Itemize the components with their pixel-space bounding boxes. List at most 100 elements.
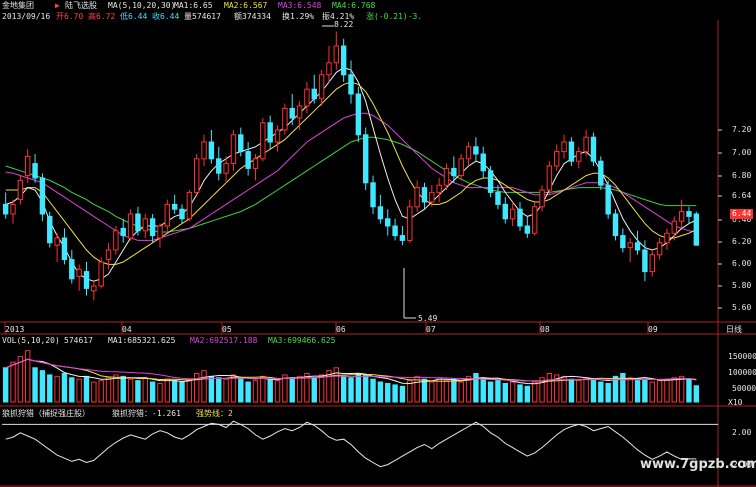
volume-bar (54, 375, 60, 403)
candle-body (91, 285, 97, 292)
candle-body (208, 141, 215, 160)
volume-bar (656, 380, 663, 403)
price-tick: 7.20 (732, 125, 752, 134)
candle-body (69, 259, 75, 280)
volume-bar (671, 377, 677, 403)
candle-body (61, 237, 68, 261)
volume-bar (664, 378, 670, 403)
volume-bar (370, 378, 376, 403)
volume-bar (267, 378, 273, 403)
volume-bar (230, 374, 237, 403)
vol-title: VOL(5,10,20) (2, 336, 60, 345)
price-tick: 6.64 (732, 191, 752, 200)
candle-body (634, 242, 641, 251)
volume-bar (583, 377, 589, 403)
candle-body (17, 179, 24, 201)
volume-bar (355, 373, 362, 403)
candle-body (642, 249, 648, 273)
candle-body (546, 165, 553, 191)
candle-body (113, 230, 119, 251)
candle-body (524, 225, 531, 234)
candle-body (230, 134, 237, 165)
period-label[interactable]: 日线 (726, 325, 742, 335)
volume-bar (502, 382, 508, 403)
volume-bar (509, 381, 516, 403)
candle-body (465, 146, 472, 160)
candle-body (590, 136, 597, 162)
candle-body (539, 189, 545, 208)
candle-body (458, 158, 464, 177)
volume-bar (274, 380, 281, 403)
candle-body (10, 203, 16, 215)
volume-bar (443, 380, 450, 403)
volume-bar (69, 377, 75, 403)
volume-bar (318, 374, 325, 403)
candle-body (598, 160, 604, 186)
candle-body (186, 191, 193, 220)
candle-body (311, 88, 317, 100)
volume-bar (377, 381, 384, 403)
candle-body (142, 218, 148, 232)
candle-body (531, 206, 538, 234)
candle-body (326, 62, 332, 76)
candle-body (260, 122, 266, 160)
indicator-trend: 强势线：2 (196, 409, 233, 418)
volume-bar (385, 382, 391, 403)
volume-bar (546, 373, 553, 403)
volume-bar (524, 385, 531, 403)
candle-body (282, 107, 288, 131)
candle-body (407, 206, 413, 241)
candle-body (149, 218, 156, 237)
volume-bar (105, 377, 112, 403)
candle-body (495, 191, 501, 205)
candle-body (304, 88, 310, 107)
date-tick: 08 (540, 325, 550, 334)
price-tick: 6.00 (732, 259, 752, 268)
volume-bar (171, 380, 178, 403)
volume-bar (238, 377, 244, 403)
volume-bar (76, 378, 82, 403)
vol-axis-label: 100000 (728, 368, 756, 377)
candle-body (47, 215, 53, 244)
candle-body (98, 261, 104, 287)
volume-bar (179, 381, 185, 403)
volume-bar (10, 361, 16, 403)
volume-bar (201, 370, 207, 403)
candle-body (612, 213, 619, 237)
candle-body (664, 232, 670, 244)
vol-ma2: MA2:692517.188 (190, 336, 258, 345)
volume-bar (620, 373, 626, 403)
candle-body (25, 155, 31, 177)
candle-body (348, 74, 354, 95)
volume-bar (25, 350, 31, 403)
volume-bar (149, 381, 156, 403)
volume-bar (98, 380, 104, 403)
vol-axis-label: 50000 (732, 384, 756, 393)
candle-body (164, 203, 171, 227)
candle-body (487, 170, 494, 193)
price-tick: 7.00 (732, 148, 752, 157)
candle-body (399, 235, 406, 241)
volume-bar (627, 377, 633, 403)
candle-body (362, 134, 369, 184)
candle-body (436, 184, 442, 193)
candle-body (54, 237, 60, 246)
candle-body (333, 45, 340, 64)
candle-body (576, 151, 582, 162)
candle-body (451, 167, 457, 177)
date-tick: 09 (648, 325, 658, 334)
candle-body (583, 136, 589, 153)
watermark-text: www.7gpzb.com (640, 457, 756, 472)
date-tick: 06 (336, 325, 346, 334)
volume-bar (223, 378, 229, 403)
candle-body (105, 249, 112, 261)
volume-bar (61, 373, 68, 403)
volume-bar (91, 381, 97, 403)
candle-body (216, 158, 222, 174)
candle-body (370, 182, 376, 208)
candle-body (620, 235, 626, 249)
candle-body (267, 122, 273, 143)
volume-bar (517, 384, 523, 403)
volume-bar (480, 377, 486, 403)
candle-body (656, 242, 663, 256)
